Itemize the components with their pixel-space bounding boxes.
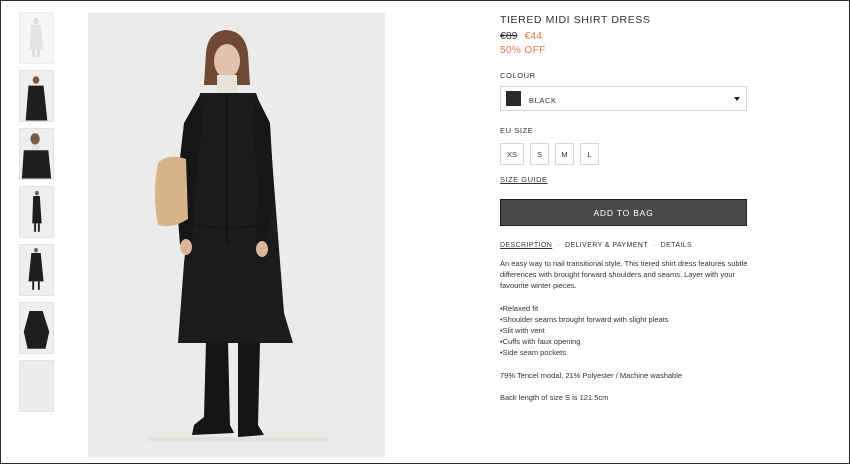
size-option-xs[interactable]: XS: [500, 143, 524, 165]
colour-dropdown[interactable]: BLACK: [500, 86, 747, 111]
description-content: An easy way to nail transitional style. …: [500, 258, 748, 403]
size-options: XS S M L: [500, 143, 748, 165]
tab-delivery-payment[interactable]: DELIVERY & PAYMENT: [565, 242, 648, 249]
feature-item: Cuffs with faux opening: [500, 336, 748, 347]
feature-item: Relaxed fit: [500, 303, 748, 314]
thumbnail-4[interactable]: [19, 186, 54, 238]
feature-item: Shoulder seams brought forward with slig…: [500, 314, 748, 325]
product-title: TIERED MIDI SHIRT DRESS: [500, 14, 651, 26]
tab-details[interactable]: DETAILS: [661, 242, 692, 249]
add-to-bag-button[interactable]: ADD TO BAG: [500, 199, 747, 226]
chevron-down-icon: [734, 97, 740, 101]
size-guide-link[interactable]: SIZE GUIDE: [500, 175, 548, 184]
sale-price: €44: [524, 30, 542, 42]
original-price: €89: [500, 30, 518, 42]
tab-description[interactable]: DESCRIPTION: [500, 242, 552, 249]
price-row: €89 €44: [500, 30, 748, 42]
colour-swatch: [506, 91, 521, 106]
feature-item: Side seam pockets: [500, 347, 748, 358]
tab-separator: ·: [557, 242, 560, 249]
size-option-m[interactable]: M: [555, 143, 574, 165]
thumbnail-1[interactable]: [19, 12, 54, 64]
feature-item: Slit with vent: [500, 325, 748, 336]
thumbnail-6[interactable]: [19, 302, 54, 354]
thumbnail-3[interactable]: [19, 128, 54, 180]
product-main-image: [88, 13, 385, 457]
info-tabs: DESCRIPTION · DELIVERY & PAYMENT · DETAI…: [500, 242, 748, 249]
size-option-l[interactable]: L: [580, 143, 599, 165]
product-info-panel: TIERED MIDI SHIRT DRESS €89 €44 50% OFF …: [500, 14, 748, 414]
feature-list: Relaxed fit Shoulder seams brought forwa…: [500, 303, 748, 359]
thumbnail-list: [19, 12, 54, 418]
thumbnail-2[interactable]: [19, 70, 54, 122]
tab-separator: ·: [652, 242, 656, 249]
composition-text: 79% Tencel modal, 21% Polyester / Machin…: [500, 370, 683, 380]
size-label: EU SIZE: [500, 126, 534, 135]
description-intro: An easy way to nail transitional style. …: [500, 259, 748, 291]
colour-label: COLOUR: [500, 71, 536, 80]
length-text: Back length of size S is 121.5cm: [500, 392, 609, 402]
thumbnail-7[interactable]: [19, 360, 54, 412]
discount-badge: 50% OFF: [500, 45, 546, 56]
thumbnail-5[interactable]: [19, 244, 54, 296]
selected-colour: BLACK: [529, 95, 557, 105]
size-option-s[interactable]: S: [530, 143, 549, 165]
